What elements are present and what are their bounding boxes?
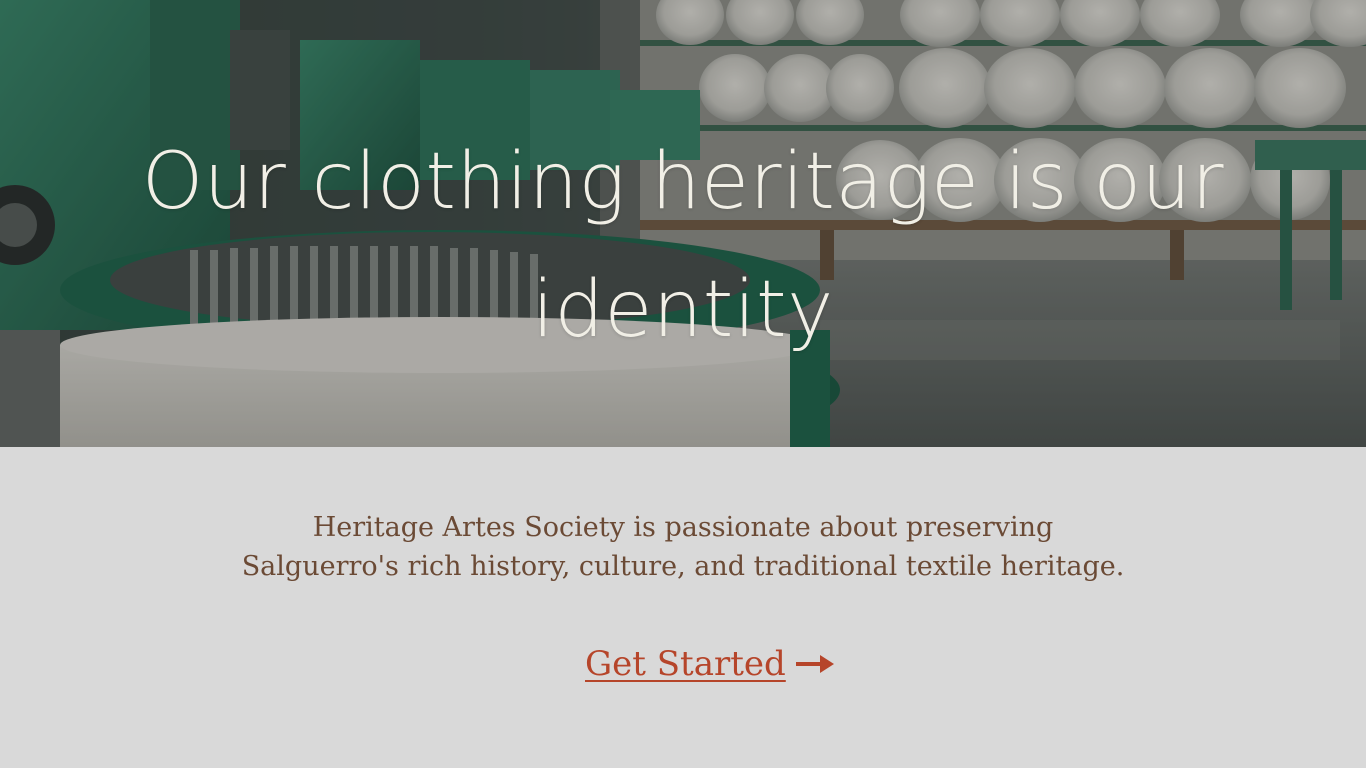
intro-section: Heritage Artes Society is passionate abo… xyxy=(0,447,1366,768)
arrow-right-icon xyxy=(795,655,834,673)
intro-text-line-2: Salguerro's rich history, culture, and t… xyxy=(241,551,1125,582)
get-started-link[interactable]: Get Started xyxy=(585,640,834,688)
hero-title: Our clothing heritage is our identity xyxy=(141,137,1225,355)
get-started-label[interactable]: Get Started xyxy=(585,640,786,688)
intro-text-line-1: Heritage Artes Society is passionate abo… xyxy=(312,512,1054,543)
hero-section: Our clothing heritage is our identity xyxy=(0,0,1366,447)
intro-text: Heritage Artes Society is passionate abo… xyxy=(210,508,1156,586)
